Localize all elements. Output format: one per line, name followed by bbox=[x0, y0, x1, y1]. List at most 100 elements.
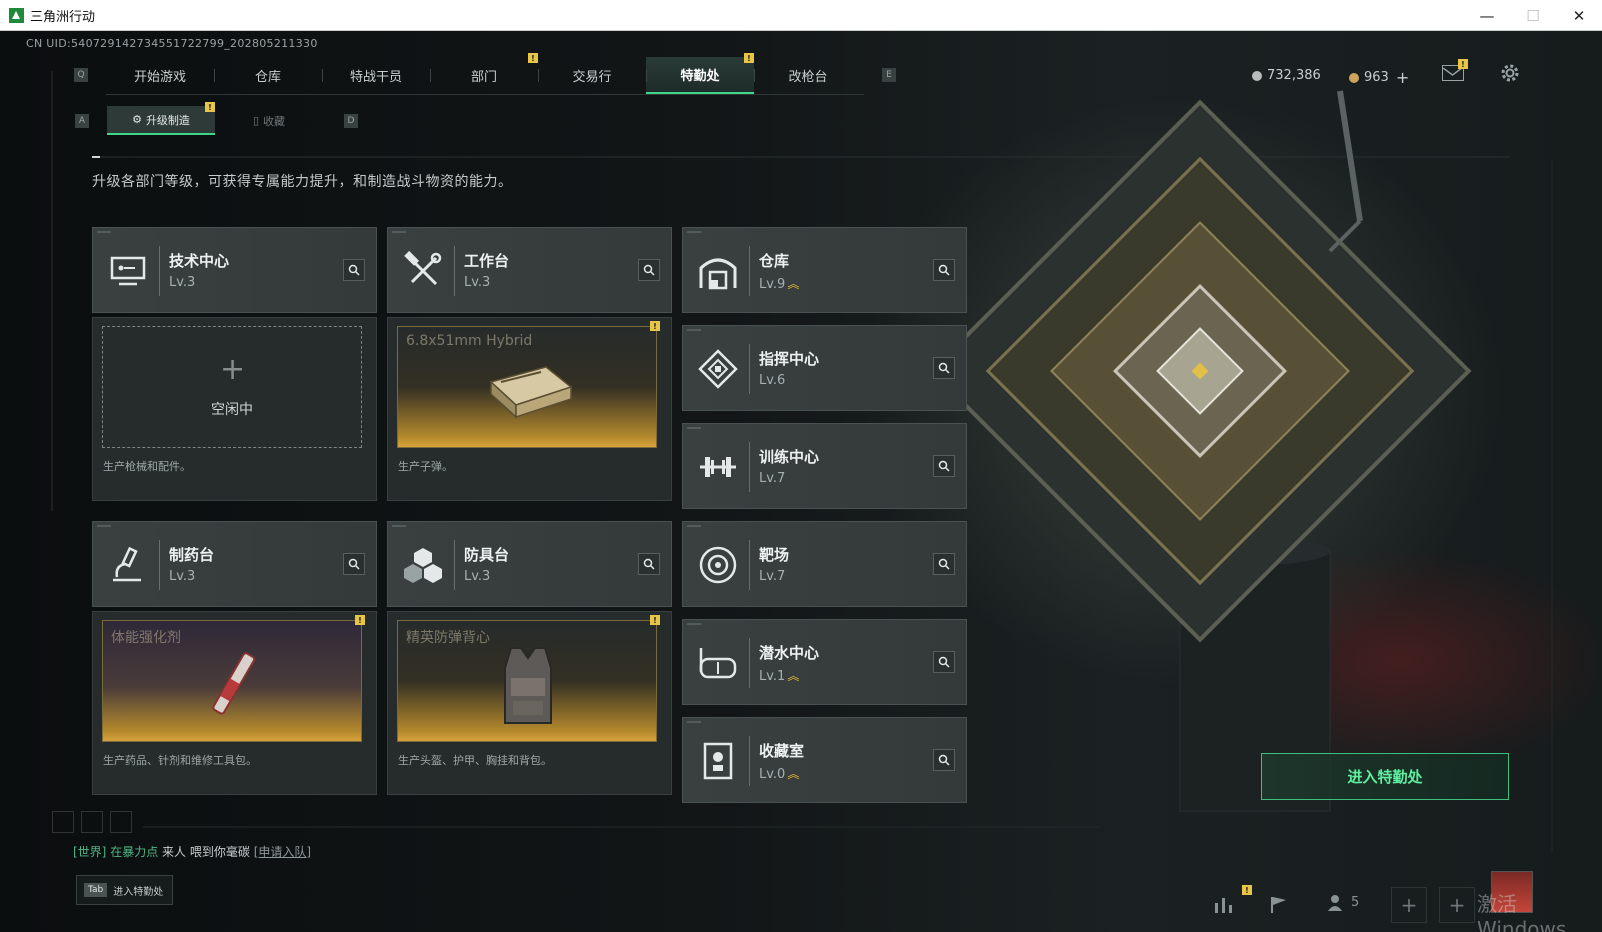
production-slot-active[interactable]: 精英防弹背心 bbox=[397, 620, 657, 742]
hotkey-prev-subtab[interactable]: A bbox=[75, 114, 89, 128]
search-icon[interactable] bbox=[933, 455, 955, 477]
tab-gunsmith[interactable]: 改枪台 bbox=[754, 57, 862, 94]
card-separator bbox=[454, 246, 455, 296]
subtab-collection[interactable]: ▯ 收藏 bbox=[215, 106, 323, 135]
department-level: Lv.0 ︽ bbox=[759, 767, 800, 782]
chat-channel[interactable]: [世界] bbox=[73, 845, 106, 859]
minimize-button[interactable]: — bbox=[1464, 0, 1510, 31]
department-card-range[interactable]: 靶场 Lv.7 bbox=[682, 521, 967, 607]
maximize-button[interactable]: ☐ bbox=[1510, 0, 1556, 31]
production-slot-empty[interactable]: + 空闲中 bbox=[102, 326, 362, 448]
search-icon[interactable] bbox=[638, 553, 660, 575]
chat-player[interactable]: 在暴力点 bbox=[110, 845, 158, 859]
department-card-training[interactable]: 训练中心 Lv.7 bbox=[682, 423, 967, 509]
tab-departments[interactable]: 部门 bbox=[430, 57, 538, 94]
injector-icon bbox=[212, 652, 256, 715]
add-teammate-button[interactable]: + bbox=[1439, 887, 1475, 923]
subtab-label: 收藏 bbox=[263, 114, 286, 128]
window-titlebar: 三角洲行动 — ☐ ✕ bbox=[0, 0, 1602, 31]
dumbbell-icon bbox=[700, 457, 736, 477]
tab-warehouse[interactable]: 仓库 bbox=[214, 57, 322, 94]
department-card-command[interactable]: 指挥中心 Lv.6 bbox=[682, 325, 967, 411]
flag-icon[interactable] bbox=[1268, 895, 1290, 913]
hotkey-next-subtab[interactable]: D bbox=[344, 114, 358, 128]
add-teammate-button[interactable]: + bbox=[1391, 887, 1427, 923]
production-panel-armor[interactable]: 精英防弹背心 生产头盔、护甲、胸挂和背包。 bbox=[387, 611, 672, 795]
enter-special-ops-button[interactable]: 进入特勤处 bbox=[1261, 753, 1509, 800]
subtab-upgrade-craft[interactable]: ⚙ 升级制造 bbox=[107, 106, 215, 135]
production-slot-active[interactable]: 体能强化剂 bbox=[102, 620, 362, 742]
card-corner-mark bbox=[97, 525, 111, 527]
department-card-pharmacy[interactable]: 制药台 Lv.3 bbox=[92, 521, 377, 607]
squad-indicator[interactable]: 5 bbox=[1327, 893, 1359, 911]
player-uid: CN UID:540729142734551722799_20280521133… bbox=[26, 37, 318, 50]
production-item-name: 精英防弹背心 bbox=[406, 630, 490, 646]
alert-badge: ! bbox=[744, 53, 754, 63]
slot-status: 空闲中 bbox=[211, 402, 253, 418]
department-card-workbench[interactable]: 工作台 Lv.3 bbox=[387, 227, 672, 313]
card-separator bbox=[749, 540, 750, 590]
production-description: 生产药品、针剂和维修工具包。 bbox=[103, 754, 257, 767]
search-icon[interactable] bbox=[933, 259, 955, 281]
card-separator bbox=[749, 736, 750, 786]
search-icon[interactable] bbox=[933, 553, 955, 575]
search-icon[interactable] bbox=[933, 651, 955, 673]
production-panel-workbench[interactable]: 6.8x51mm Hybrid 生产子弹。 bbox=[387, 317, 672, 501]
department-level: Lv.3 bbox=[464, 275, 491, 290]
search-icon[interactable] bbox=[638, 259, 660, 281]
department-card-collection[interactable]: 收藏室 Lv.0 ︽ bbox=[682, 717, 967, 803]
sub-nav: ⚙ 升级制造 ▯ 收藏 bbox=[107, 106, 323, 135]
department-card-armor[interactable]: 防具台 Lv.3 bbox=[387, 521, 672, 607]
tab-hint-button[interactable]: Tab 进入特勤处 bbox=[76, 875, 173, 905]
display-case-icon bbox=[703, 742, 733, 780]
production-item-name: 体能强化剂 bbox=[111, 630, 181, 646]
card-separator bbox=[159, 246, 160, 296]
hotkey-prev-tab[interactable]: Q bbox=[74, 68, 88, 82]
department-name: 技术中心 bbox=[169, 252, 230, 270]
hammer-wrench-icon bbox=[404, 250, 442, 286]
nav-divider bbox=[106, 94, 864, 95]
tab-trading[interactable]: 交易行 bbox=[538, 57, 646, 94]
card-separator bbox=[159, 540, 160, 590]
add-currency-button[interactable]: + bbox=[1396, 68, 1409, 87]
production-slot-active[interactable]: 6.8x51mm Hybrid bbox=[397, 326, 657, 448]
hotkey-next-tab[interactable]: E bbox=[882, 68, 896, 82]
search-icon[interactable] bbox=[343, 553, 365, 575]
department-level: Lv.1 ︽ bbox=[759, 669, 800, 684]
department-card-tech[interactable]: 技术中心 Lv.3 bbox=[92, 227, 377, 313]
search-icon[interactable] bbox=[933, 357, 955, 379]
search-icon[interactable] bbox=[933, 749, 955, 771]
window-title: 三角洲行动 bbox=[30, 9, 96, 25]
chat-line: [世界] 在暴力点 来人 喂到你毫碳 [申请入队] bbox=[73, 843, 311, 860]
join-team-link[interactable]: [申请入队] bbox=[254, 845, 311, 859]
card-separator bbox=[454, 540, 455, 590]
card-separator bbox=[749, 442, 750, 492]
corner-frame bbox=[52, 811, 74, 833]
department-name: 潜水中心 bbox=[759, 644, 820, 662]
tab-operators[interactable]: 特战干员 bbox=[322, 57, 430, 94]
department-name: 指挥中心 bbox=[759, 350, 820, 368]
department-card-diving[interactable]: 潜水中心 Lv.1 ︽ bbox=[682, 619, 967, 705]
cube-structure bbox=[928, 99, 1472, 643]
tech-center-icon bbox=[110, 256, 146, 286]
tab-special-ops[interactable]: 特勤处 bbox=[646, 57, 754, 94]
alert-badge: ! bbox=[1242, 885, 1252, 895]
department-card-warehouse[interactable]: 仓库 Lv.9 ︽ bbox=[682, 227, 967, 313]
target-icon bbox=[699, 546, 737, 584]
alert-badge: ! bbox=[355, 615, 365, 625]
production-panel-pharmacy[interactable]: 体能强化剂 生产药品、针剂和维修工具包。 bbox=[92, 611, 377, 795]
search-icon[interactable] bbox=[343, 259, 365, 281]
page-description: 升级各部门等级，可获得专属能力提升，和制造战斗物资的能力。 bbox=[92, 174, 513, 190]
stats-chart-icon[interactable] bbox=[1213, 895, 1235, 913]
tab-start-game[interactable]: 开始游戏 bbox=[106, 57, 214, 94]
gem-amount: 963 bbox=[1364, 70, 1389, 85]
squad-count: 5 bbox=[1351, 894, 1360, 910]
department-name: 防具台 bbox=[464, 546, 510, 564]
settings-gear-icon[interactable] bbox=[1498, 61, 1522, 85]
warehouse-icon bbox=[699, 258, 737, 290]
tab-key-label: Tab bbox=[84, 883, 108, 897]
upgrade-available-icon: ︽ bbox=[787, 767, 800, 781]
alert-badge: ! bbox=[205, 102, 215, 112]
production-panel-tech[interactable]: + 空闲中 生产枪械和配件。 bbox=[92, 317, 377, 501]
close-button[interactable]: ✕ bbox=[1556, 0, 1602, 31]
